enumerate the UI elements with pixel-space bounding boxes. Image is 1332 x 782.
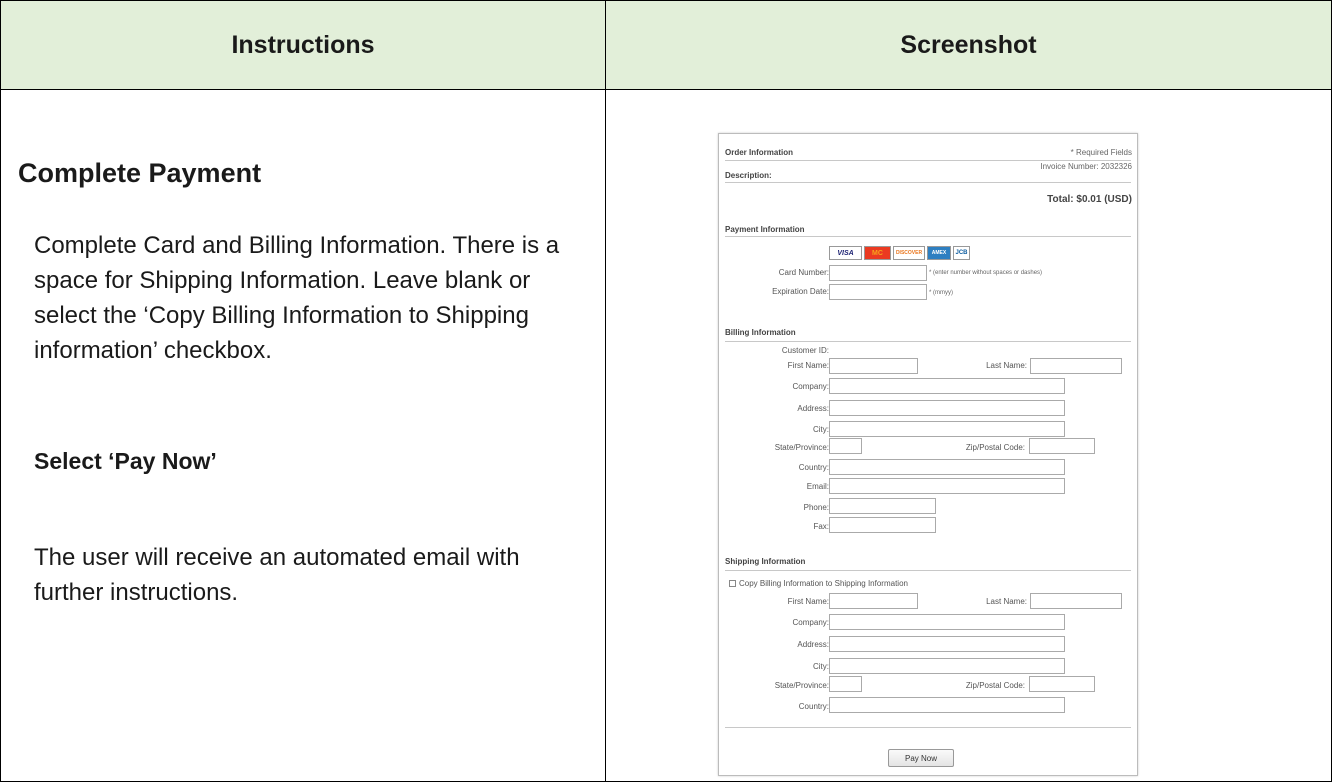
order-info-heading: Order Information <box>725 148 794 157</box>
shipping-city-label: City: <box>813 662 829 671</box>
card-number-input[interactable] <box>829 265 927 281</box>
copy-billing-label: Copy Billing Information to Shipping Inf… <box>739 579 908 588</box>
billing-country-input[interactable] <box>829 459 1065 475</box>
customer-id-label: Customer ID: <box>781 346 829 355</box>
divider <box>725 182 1131 183</box>
shipping-first-name-input[interactable] <box>829 593 918 609</box>
billing-email-label: Email: <box>806 482 829 491</box>
billing-zip-label: Zip/Postal Code: <box>965 443 1025 452</box>
instructions-title: Complete Payment <box>18 158 262 188</box>
visa-card-icon: VISA <box>829 246 862 260</box>
divider <box>725 341 1131 342</box>
amex-card-icon: AMEX <box>927 246 951 260</box>
billing-state-label: State/Province: <box>774 443 829 452</box>
billing-phone-input[interactable] <box>829 498 936 514</box>
billing-country-label: Country: <box>798 463 829 472</box>
card-number-label: Card Number: <box>778 268 829 277</box>
required-fields-note: * Required Fields <box>1070 148 1132 157</box>
billing-address-label: Address: <box>797 404 829 413</box>
billing-zip-input[interactable] <box>1029 438 1095 454</box>
billing-city-input[interactable] <box>829 421 1065 437</box>
shipping-last-name-label: Last Name: <box>986 597 1027 606</box>
pay-now-button[interactable]: Pay Now <box>888 749 954 767</box>
billing-fax-label: Fax: <box>813 522 829 531</box>
billing-last-name-input[interactable] <box>1030 358 1122 374</box>
card-number-hint: * (enter number without spaces or dashes… <box>929 270 1043 276</box>
shipping-last-name-input[interactable] <box>1030 593 1122 609</box>
shipping-state-label: State/Province: <box>774 681 829 690</box>
instructions-cell <box>0 89 606 782</box>
description-label: Description: <box>725 171 772 180</box>
billing-fax-input[interactable] <box>829 517 936 533</box>
expiration-hint: * (mmyy) <box>929 290 953 296</box>
shipping-city-input[interactable] <box>829 658 1065 674</box>
payment-info-heading: Payment Information <box>725 225 805 234</box>
divider <box>725 570 1131 571</box>
header-instructions: Instructions <box>0 0 606 90</box>
instructions-subtitle: Select ‘Pay Now’ <box>34 448 217 474</box>
header-screenshot: Screenshot <box>605 0 1332 90</box>
shipping-country-label: Country: <box>798 702 829 711</box>
expiration-date-input[interactable] <box>829 284 927 300</box>
billing-email-input[interactable] <box>829 478 1065 494</box>
billing-phone-label: Phone: <box>803 503 829 512</box>
shipping-country-input[interactable] <box>829 697 1065 713</box>
shipping-zip-input[interactable] <box>1029 676 1095 692</box>
accepted-cards: VISA MC DISCOVER AMEX JCB <box>829 246 970 260</box>
billing-company-input[interactable] <box>829 378 1065 394</box>
billing-first-name-label: First Name: <box>787 361 829 370</box>
copy-billing-checkbox[interactable] <box>729 580 736 587</box>
divider <box>725 160 1131 161</box>
billing-info-heading: Billing Information <box>725 328 796 337</box>
divider <box>725 236 1131 237</box>
billing-company-label: Company: <box>792 382 829 391</box>
shipping-first-name-label: First Name: <box>787 597 829 606</box>
jcb-card-icon: JCB <box>953 246 970 260</box>
payment-form-screenshot: Order Information * Required Fields Invo… <box>718 133 1138 776</box>
billing-first-name-input[interactable] <box>829 358 918 374</box>
mastercard-icon: MC <box>864 246 891 260</box>
discover-card-icon: DISCOVER <box>893 246 925 260</box>
shipping-company-input[interactable] <box>829 614 1065 630</box>
invoice-number: Invoice Number: 2032326 <box>1040 162 1132 171</box>
expiration-label: Expiration Date: <box>772 287 829 296</box>
shipping-address-input[interactable] <box>829 636 1065 652</box>
shipping-company-label: Company: <box>792 618 829 627</box>
instructions-body: Complete Card and Billing Information. T… <box>34 232 560 364</box>
shipping-address-label: Address: <box>797 640 829 649</box>
shipping-zip-label: Zip/Postal Code: <box>965 681 1025 690</box>
instructions-note: The user will receive an automated email… <box>34 544 520 606</box>
billing-address-input[interactable] <box>829 400 1065 416</box>
shipping-state-input[interactable] <box>829 676 862 692</box>
shipping-info-heading: Shipping Information <box>725 557 806 566</box>
billing-last-name-label: Last Name: <box>986 361 1027 370</box>
billing-state-input[interactable] <box>829 438 862 454</box>
order-total: Total: $0.01 (USD) <box>1047 194 1132 205</box>
divider <box>725 727 1131 728</box>
billing-city-label: City: <box>813 425 829 434</box>
